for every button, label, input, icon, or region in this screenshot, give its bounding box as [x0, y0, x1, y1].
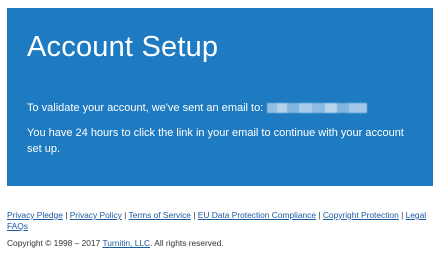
- validation-message: To validate your account, we've sent an …: [27, 100, 413, 116]
- redacted-email: [267, 103, 368, 113]
- footer-separator: |: [124, 210, 127, 220]
- footer-separator: |: [318, 210, 321, 220]
- account-setup-panel: Account Setup To validate your account, …: [7, 8, 433, 186]
- page: Account Setup To validate your account, …: [0, 0, 440, 255]
- copyright-prefix: Copyright © 1998 – 2017: [7, 238, 101, 248]
- footer-separator: |: [193, 210, 196, 220]
- footer: Privacy Pledge | Privacy Policy | Terms …: [7, 210, 433, 249]
- footer-separator: |: [401, 210, 404, 220]
- validation-message-text: To validate your account, we've sent an …: [27, 102, 264, 114]
- copyright-suffix: . All rights reserved.: [150, 238, 224, 248]
- page-title: Account Setup: [27, 31, 219, 63]
- expiry-message: You have 24 hours to click the link in y…: [27, 127, 404, 155]
- footer-link-copyright-protection[interactable]: Copyright Protection: [323, 210, 399, 220]
- footer-links: Privacy Pledge | Privacy Policy | Terms …: [7, 210, 433, 232]
- copyright-company-link[interactable]: Turnitin, LLC: [102, 238, 150, 248]
- copyright-notice: Copyright © 1998 – 2017 Turnitin, LLC. A…: [7, 238, 433, 249]
- footer-link-terms-of-service[interactable]: Terms of Service: [129, 210, 191, 220]
- footer-link-privacy-pledge[interactable]: Privacy Pledge: [7, 210, 63, 220]
- footer-separator: |: [65, 210, 68, 220]
- footer-link-eu-data-protection[interactable]: EU Data Protection Compliance: [198, 210, 316, 220]
- footer-link-privacy-policy[interactable]: Privacy Policy: [70, 210, 122, 220]
